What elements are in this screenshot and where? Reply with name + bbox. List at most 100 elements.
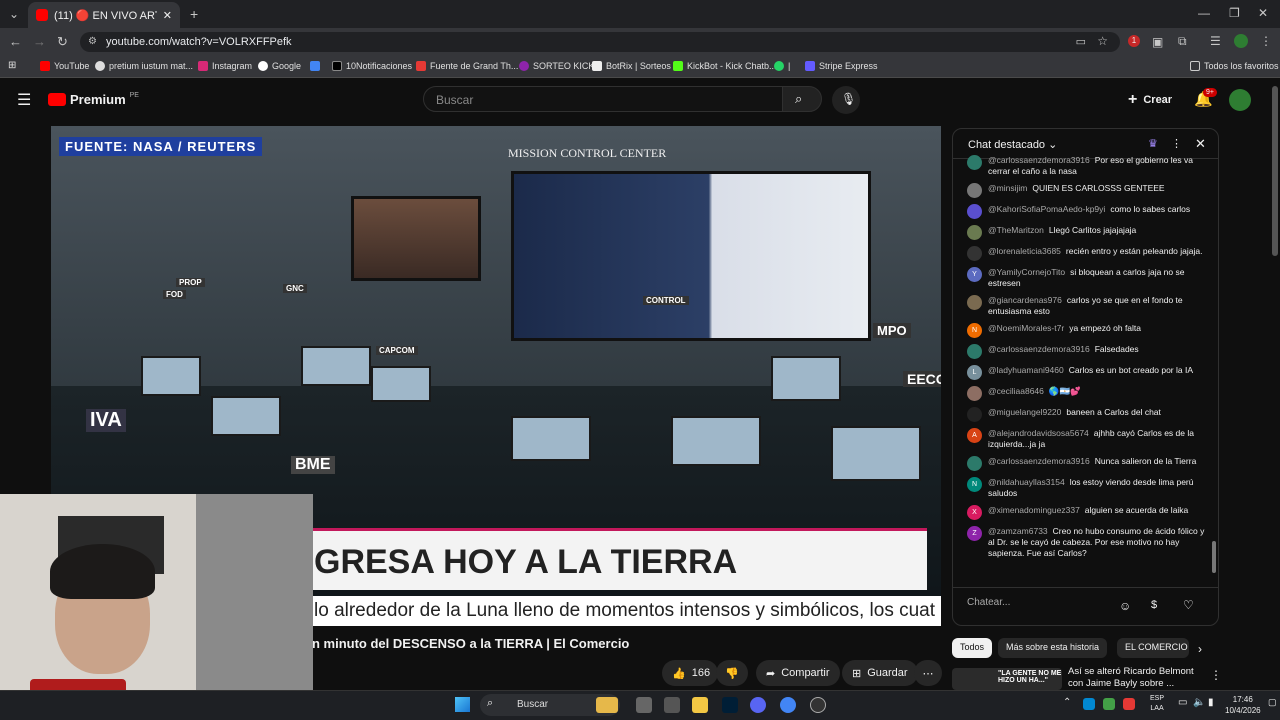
bookmark-botrix[interactable]: BotRix | Sorteos <box>592 61 671 71</box>
browser-tab[interactable]: (11) 🔴 EN VIVO ARTEMIS II RE ✕ <box>28 2 180 28</box>
chat-author[interactable]: @carlossaenzdemora3916 <box>988 456 1090 466</box>
chat-avatar[interactable]: X <box>967 505 982 520</box>
chat-input[interactable]: Chatear... <box>967 597 1117 619</box>
voice-search-button[interactable]: 🎙 <box>832 86 860 114</box>
recommendation-thumbnail[interactable]: "LA GENTE NO ME HIZO UN HA..." <box>952 668 1062 690</box>
tray-app-icon[interactable] <box>1103 698 1115 710</box>
chat-message[interactable]: @miguelangel9220 baneen a Carlos del chat <box>967 407 1205 422</box>
chat-message[interactable]: N @NoemiMorales-t7r ya empezó oh falta <box>967 323 1205 338</box>
language-indicator[interactable]: ESP LAA <box>1150 694 1164 714</box>
chat-author[interactable]: @minsijim <box>988 183 1027 193</box>
chat-author[interactable]: @carlossaenzdemora3916 <box>988 155 1090 165</box>
close-tab-icon[interactable]: ✕ <box>163 9 172 22</box>
app-icon[interactable] <box>810 697 826 713</box>
back-icon[interactable]: ← <box>9 34 22 49</box>
crown-icon[interactable]: ♛ <box>1148 137 1158 150</box>
task-view-icon[interactable] <box>636 697 652 713</box>
chat-message[interactable]: @carlossaenzdemora3916 Falsedades <box>967 344 1205 359</box>
chat-avatar[interactable]: A <box>967 428 982 443</box>
chat-message[interactable]: @carlossaenzdemora3916 Por eso el gobiern… <box>967 155 1205 177</box>
extension-badge[interactable]: 1 <box>1128 35 1140 47</box>
search-input[interactable]: Buscar <box>423 86 783 112</box>
browser-menu-icon[interactable]: ⋮ <box>1260 34 1272 48</box>
notification-center-icon[interactable]: ▢ <box>1268 697 1277 708</box>
volume-icon[interactable]: 🔈 <box>1193 697 1205 708</box>
chat-avatar[interactable] <box>967 225 982 240</box>
tray-app-icon[interactable] <box>1123 698 1135 710</box>
bookmark-grand-theft[interactable]: Fuente de Grand Th... <box>416 61 518 71</box>
chat-avatar[interactable] <box>967 386 982 401</box>
apps-grid-icon[interactable]: ⊞ <box>8 60 16 71</box>
chat-author[interactable]: @ceciliaa8646 <box>988 386 1044 396</box>
forward-icon[interactable]: → <box>33 34 46 49</box>
like-button[interactable]: 👍 166 <box>662 660 719 686</box>
chip-all[interactable]: Todos <box>952 638 993 658</box>
save-button[interactable]: ⊞ Guardar <box>842 660 918 686</box>
cast-icon[interactable]: ▭ <box>1076 35 1086 48</box>
reload-icon[interactable]: ↻ <box>57 34 68 50</box>
create-button[interactable]: + Crear <box>1128 90 1172 110</box>
chat-mode-dropdown[interactable]: Chat destacado ⌄ <box>968 139 1057 151</box>
bookmark-sorteo-kick[interactable]: SORTEO KICK <box>519 61 594 71</box>
chat-avatar[interactable]: N <box>967 323 982 338</box>
battery-icon[interactable]: ▮ <box>1208 697 1214 708</box>
chat-message[interactable]: A @alejandrodavidsosa5674 ajhhb cayó Carlo… <box>967 428 1205 450</box>
media-icon[interactable]: ☰ <box>1210 34 1221 48</box>
app-icon[interactable] <box>664 697 680 713</box>
chat-message[interactable]: N @nildahuayllas3154 los estoy viendo desd… <box>967 477 1205 499</box>
address-bar[interactable]: ⚙ youtube.com/watch?v=VOLRXFFPefk ▭ ☆ <box>80 32 1120 52</box>
tray-app-icon[interactable] <box>1083 698 1095 710</box>
chevron-right-icon[interactable]: › <box>1198 642 1202 656</box>
extension-icon[interactable]: ▣ <box>1152 35 1163 49</box>
chat-message[interactable]: @lorenaleticia3685 recién entro y están p… <box>967 246 1205 261</box>
more-actions-button[interactable]: ⋯ <box>914 660 942 686</box>
super-chat-icon[interactable]: $ <box>1151 599 1157 611</box>
hamburger-menu-icon[interactable]: ☰ <box>17 90 31 110</box>
dislike-button[interactable]: 👎 <box>716 660 748 686</box>
chip-more-story[interactable]: Más sobre esta historia <box>998 638 1108 658</box>
chat-author[interactable]: @nildahuayllas3154 <box>988 477 1065 487</box>
chat-avatar[interactable] <box>967 295 982 310</box>
chrome-icon[interactable] <box>780 697 796 713</box>
emoji-icon[interactable]: ☺ <box>1119 599 1131 613</box>
chat-author[interactable]: @ladyhuamani9460 <box>988 365 1064 375</box>
chat-avatar[interactable] <box>967 183 982 198</box>
bookmark-whatsapp[interactable]: | <box>774 61 790 71</box>
share-button[interactable]: ➦ Compartir <box>756 660 840 686</box>
chat-avatar[interactable] <box>967 344 982 359</box>
chat-message[interactable]: @TheMaritzon Llegó Carlitos jajajajaja <box>967 225 1205 240</box>
chat-author[interactable]: @YamilyCornejoTito <box>988 267 1065 277</box>
recommendation-title[interactable]: Así se alteró Ricardo Belmont con Jaime … <box>1068 666 1208 688</box>
tab-list-icon[interactable]: ⌄ <box>9 7 19 21</box>
page-scrollbar[interactable] <box>1272 86 1278 256</box>
chat-author[interactable]: @alejandrodavidsosa5674 <box>988 428 1089 438</box>
chat-author[interactable]: @TheMaritzon <box>988 225 1044 235</box>
chat-menu-icon[interactable]: ⋮ <box>1171 137 1182 150</box>
chat-message[interactable]: @giancardenas976 carlos yo se que en el f… <box>967 295 1205 317</box>
chat-scrollbar[interactable] <box>1212 541 1216 573</box>
bookmark-x[interactable]: 10Notificaciones <box>332 61 412 71</box>
all-favorites-folder[interactable]: Todos los favoritos <box>1190 61 1279 71</box>
chat-avatar[interactable] <box>967 456 982 471</box>
heart-icon[interactable]: ♡ <box>1183 598 1194 612</box>
bookmark-pretium[interactable]: pretium iustum mat... <box>95 61 193 71</box>
chat-avatar[interactable] <box>967 407 982 422</box>
chip-el-comercio[interactable]: EL COMERCIO <box>1117 638 1189 658</box>
bookmark-google[interactable]: Google <box>258 61 301 71</box>
tray-chevron-icon[interactable]: ⌃ <box>1063 697 1071 708</box>
chat-author[interactable]: @carlossaenzdemora3916 <box>988 344 1090 354</box>
minimize-icon[interactable]: — <box>1198 6 1210 20</box>
windows-start-icon[interactable] <box>455 697 470 712</box>
chat-author[interactable]: @miguelangel9220 <box>988 407 1061 417</box>
close-chat-icon[interactable]: ✕ <box>1195 136 1206 152</box>
extensions-puzzle-icon[interactable]: ⧉ <box>1178 34 1187 49</box>
discord-icon[interactable] <box>750 697 766 713</box>
bookmark-stripe[interactable]: Stripe Express <box>805 61 878 71</box>
chat-author[interactable]: @ximenadominguez337 <box>988 505 1080 515</box>
chat-avatar[interactable]: L <box>967 365 982 380</box>
chat-message[interactable]: Y @YamilyCornejoTito si bloquean a carlos … <box>967 267 1205 289</box>
bookmark-youtube[interactable]: YouTube <box>40 61 89 71</box>
chat-message[interactable]: L @ladyhuamani9460 Carlos es un bot creado… <box>967 365 1205 380</box>
chat-avatar[interactable]: N <box>967 477 982 492</box>
chat-avatar[interactable]: Z <box>967 526 982 541</box>
